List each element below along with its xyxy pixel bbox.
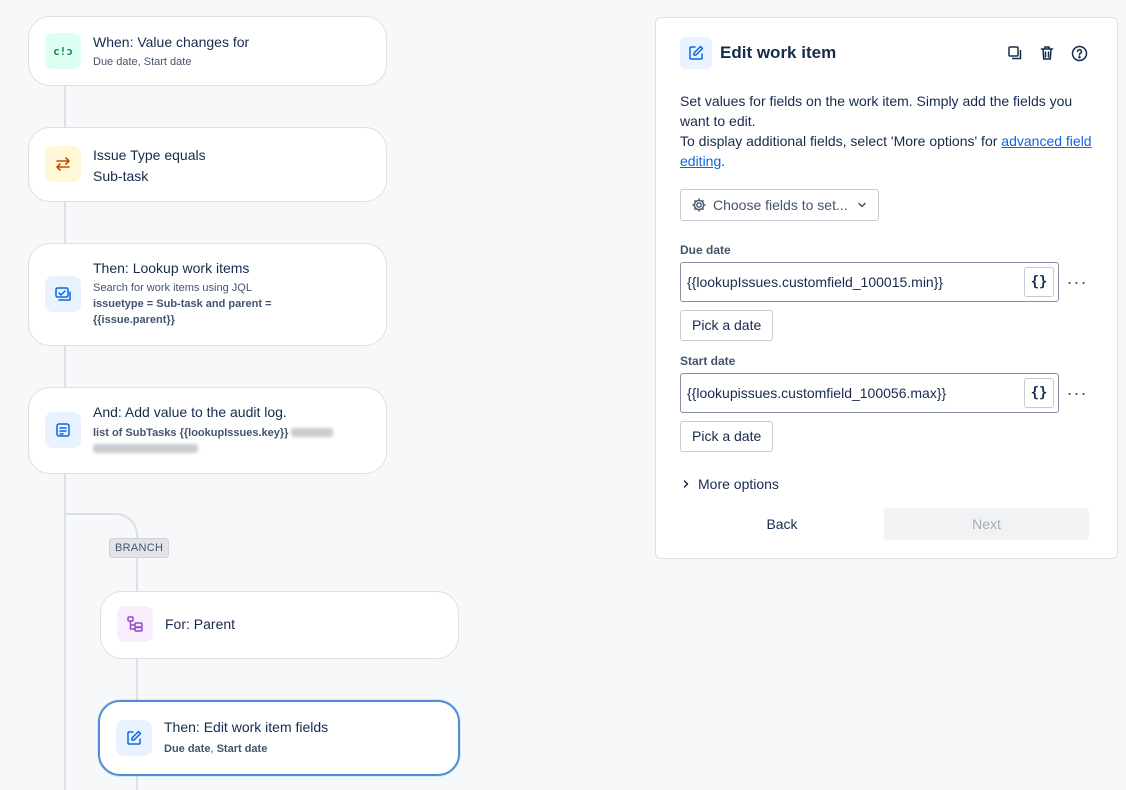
edit-work-item-panel: Edit work item Set values for fields on … — [655, 17, 1118, 559]
trigger-title: When: Value changes for — [93, 34, 250, 50]
edit-field-separator: , — [210, 743, 214, 755]
description-line2: To display additional fields, select 'Mo… — [680, 133, 998, 149]
panel-header: Edit work item — [680, 37, 1093, 69]
redacted-text — [291, 428, 334, 438]
start-date-pick-button[interactable]: Pick a date — [680, 421, 774, 452]
smart-value-button[interactable]: {} — [1024, 378, 1054, 408]
more-options-label: More options — [698, 476, 779, 492]
start-date-label: Start date — [680, 354, 736, 368]
help-button[interactable] — [1065, 39, 1093, 67]
duplicate-button[interactable] — [1001, 39, 1029, 67]
start-date-input[interactable]: {{lookupissues.customfield_100056.max}} … — [680, 373, 1059, 413]
hierarchy-icon — [117, 606, 153, 642]
choose-fields-dropdown[interactable]: Choose fields to set... — [680, 189, 879, 221]
edit-field-due: Due date — [164, 743, 211, 755]
swap-icon — [45, 146, 81, 182]
trigger-subtitle: Due date, Start date — [93, 56, 192, 68]
flow-connector — [64, 85, 66, 127]
gear-icon — [692, 198, 706, 212]
due-date-label: Due date — [680, 243, 731, 257]
lookup-jql-line2: {{issue.parent}} — [93, 314, 175, 326]
more-options-toggle[interactable]: More options — [680, 476, 1093, 492]
for-parent-title: For: Parent — [165, 616, 236, 632]
value-change-icon: c!ɔ — [45, 33, 81, 69]
flow-connector — [136, 775, 138, 790]
description-period: . — [721, 153, 726, 169]
log-icon — [45, 411, 81, 448]
condition-value: Sub-task — [93, 168, 149, 184]
audit-log-card[interactable]: And: Add value to the audit log. list of… — [28, 387, 387, 474]
choose-fields-label: Choose fields to set... — [713, 197, 848, 213]
next-button[interactable]: Next — [884, 508, 1089, 540]
lookup-card[interactable]: Then: Lookup work items Search for work … — [28, 243, 387, 346]
svg-text:c!ɔ: c!ɔ — [53, 45, 73, 58]
lookup-subtitle: Search for work items using JQL — [93, 282, 252, 294]
trigger-card[interactable]: c!ɔ When: Value changes for Due date, St… — [28, 16, 387, 86]
lookup-icon — [45, 275, 81, 312]
due-date-pick-button[interactable]: Pick a date — [680, 310, 774, 341]
audit-title: And: Add value to the audit log. — [93, 403, 287, 420]
lookup-title: Then: Lookup work items — [93, 260, 250, 276]
smart-value-button[interactable]: {} — [1024, 267, 1054, 297]
flow-connector — [64, 345, 66, 387]
edit-fields-card[interactable]: Then: Edit work item fields Due date, St… — [98, 700, 460, 776]
chevron-right-icon — [680, 478, 692, 490]
description-line1: Set values for fields on the work item. … — [680, 93, 1073, 129]
delete-button[interactable] — [1033, 39, 1061, 67]
copy-icon — [1008, 46, 1022, 60]
audit-detail: list of SubTasks {{lookupIssues.key}} — [93, 426, 289, 439]
panel-description: Set values for fields on the work item. … — [680, 91, 1093, 171]
flow-connector — [64, 201, 66, 243]
more-actions-icon[interactable]: ··· — [1063, 272, 1091, 293]
edit-fields-title: Then: Edit work item fields — [164, 719, 329, 735]
due-date-value: {{lookupIssues.customfield_100015.min}} — [687, 274, 944, 290]
more-actions-icon[interactable]: ··· — [1063, 383, 1091, 404]
back-button[interactable]: Back — [680, 508, 884, 540]
redacted-text — [93, 444, 198, 454]
condition-card[interactable]: Issue Type equals Sub-task — [28, 127, 387, 202]
condition-title: Issue Type equals — [93, 147, 206, 163]
panel-title: Edit work item — [720, 43, 837, 62]
for-parent-card[interactable]: For: Parent — [100, 591, 459, 659]
help-icon — [1071, 45, 1087, 61]
due-date-input[interactable]: {{lookupIssues.customfield_100015.min}} … — [680, 262, 1059, 302]
edit-icon — [116, 719, 152, 756]
lookup-jql-line1: issuetype = Sub-task and parent = — [93, 298, 272, 310]
trash-icon — [1040, 46, 1054, 60]
edit-icon — [680, 37, 712, 69]
start-date-value: {{lookupissues.customfield_100056.max}} — [687, 385, 947, 401]
edit-field-start: Start date — [216, 743, 268, 755]
chevron-down-icon — [857, 202, 866, 208]
branch-tag: BRANCH — [109, 538, 170, 558]
flow-connector — [136, 658, 138, 701]
